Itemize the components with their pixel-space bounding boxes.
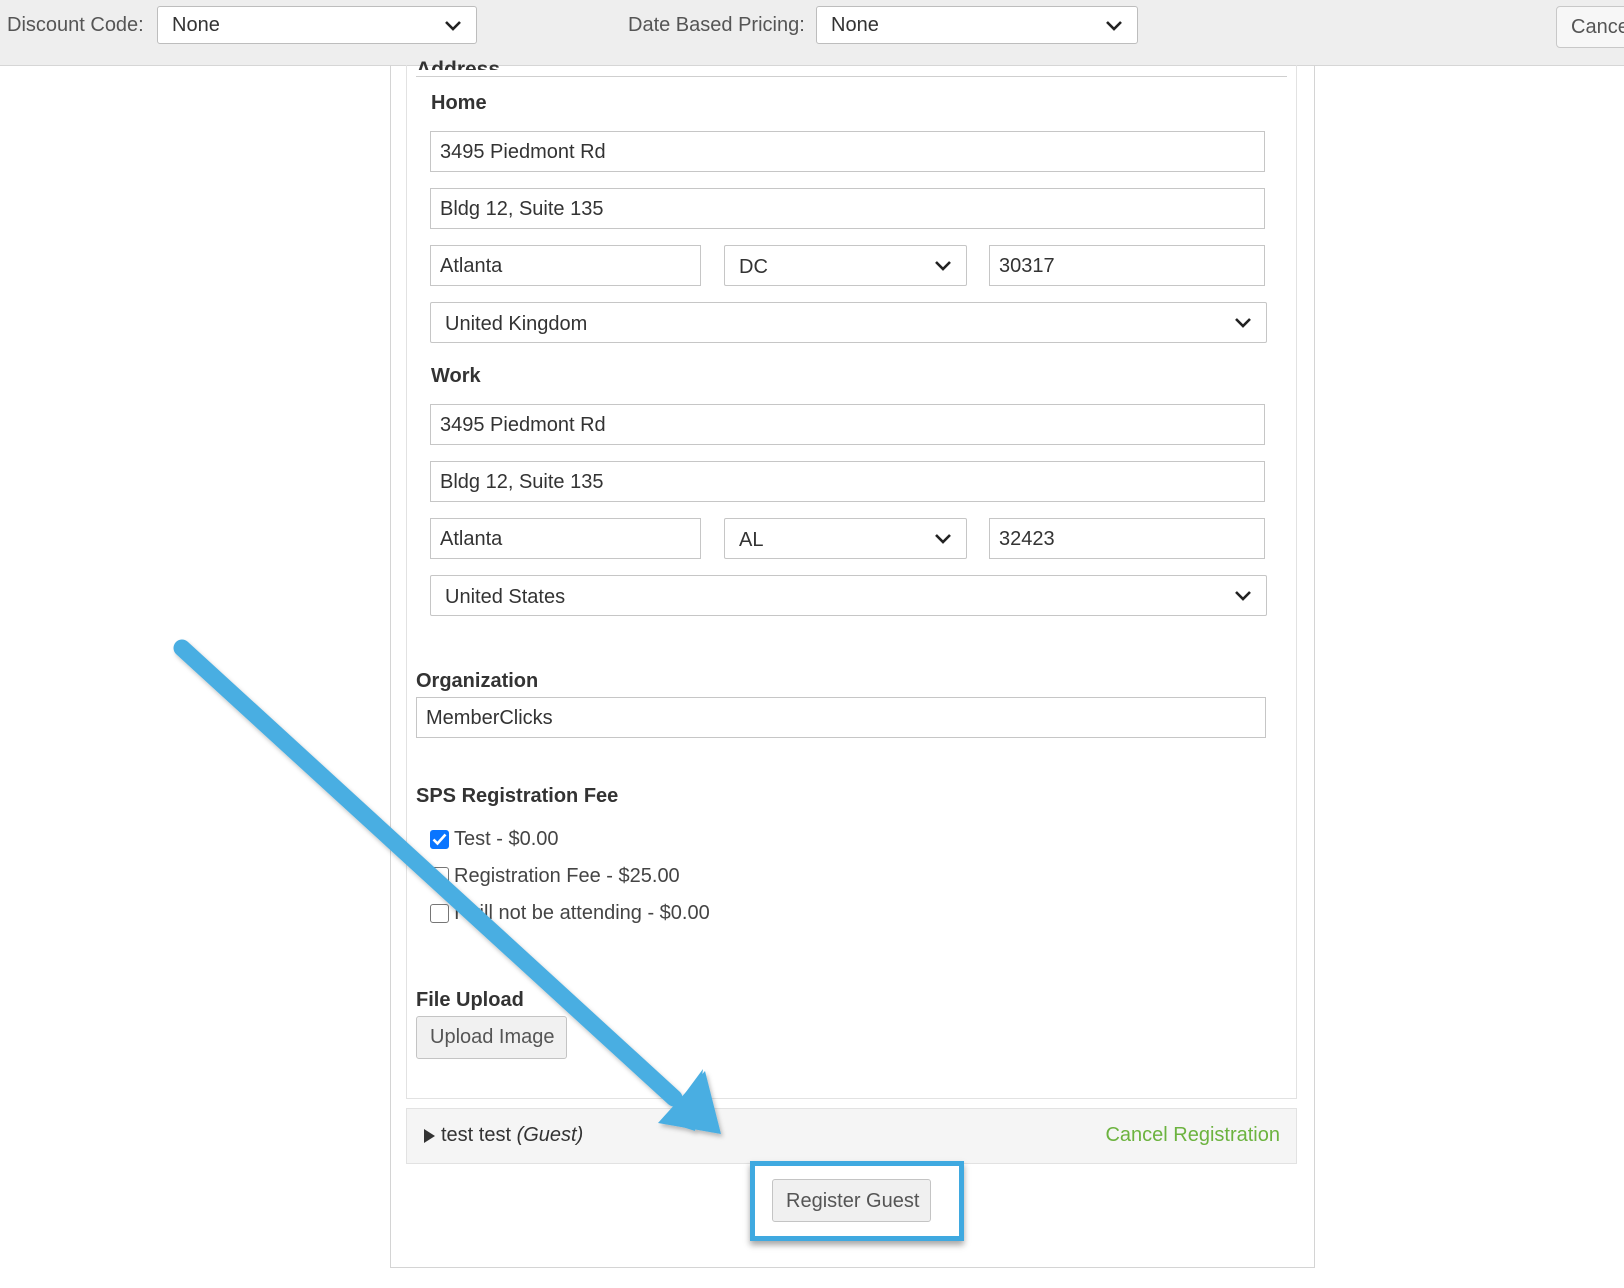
home-state-select[interactable]: DC bbox=[724, 245, 967, 286]
date-based-pricing-label: Date Based Pricing: bbox=[628, 14, 805, 36]
fee-registration-label: Registration Fee - $25.00 bbox=[454, 865, 680, 887]
chevron-down-icon bbox=[935, 534, 951, 544]
guest-name-text: test test bbox=[441, 1124, 512, 1146]
guest-name: test test (Guest) bbox=[441, 1124, 583, 1147]
chevron-down-icon bbox=[935, 261, 951, 271]
work-address-line2-input[interactable]: Bldg 12, Suite 135 bbox=[430, 461, 1265, 502]
work-country-select[interactable]: United States bbox=[430, 575, 1267, 616]
upload-image-button[interactable]: Upload Image bbox=[416, 1016, 567, 1059]
discount-code-label: Discount Code: bbox=[7, 14, 144, 36]
discount-code-select[interactable]: None bbox=[157, 6, 477, 44]
fee-not-attending-checkbox[interactable] bbox=[430, 904, 449, 923]
work-address-label: Work bbox=[431, 365, 481, 387]
legend-divider bbox=[416, 76, 1287, 77]
guest-tag: (Guest) bbox=[516, 1124, 584, 1146]
chevron-down-icon bbox=[1106, 21, 1122, 31]
cancel-button[interactable]: Cancel bbox=[1556, 6, 1624, 48]
home-address-line2-input[interactable]: Bldg 12, Suite 135 bbox=[430, 188, 1265, 229]
fee-test-checkbox[interactable] bbox=[430, 830, 449, 849]
address-legend: Address bbox=[416, 58, 501, 70]
date-based-pricing-select[interactable]: None bbox=[816, 6, 1138, 44]
home-city-input[interactable]: Atlanta bbox=[430, 245, 701, 286]
triangle-right-icon[interactable] bbox=[424, 1129, 435, 1143]
organization-label: Organization bbox=[416, 670, 539, 692]
file-upload-label: File Upload bbox=[416, 989, 524, 1011]
chevron-down-icon bbox=[1235, 591, 1251, 601]
chevron-down-icon bbox=[445, 21, 461, 31]
home-address-label: Home bbox=[431, 92, 487, 114]
discount-code-value: None bbox=[172, 14, 220, 36]
date-based-pricing-value: None bbox=[831, 14, 879, 36]
work-city-input[interactable]: Atlanta bbox=[430, 518, 701, 559]
register-guest-button[interactable]: Register Guest bbox=[772, 1179, 931, 1222]
chevron-down-icon bbox=[1235, 318, 1251, 328]
fee-registration-checkbox[interactable] bbox=[430, 867, 449, 886]
home-country-select[interactable]: United Kingdom bbox=[430, 302, 1267, 343]
cancel-registration-link[interactable]: Cancel Registration bbox=[1105, 1124, 1280, 1147]
organization-input[interactable]: MemberClicks bbox=[416, 697, 1266, 738]
check-icon bbox=[432, 833, 447, 846]
work-state-value: AL bbox=[739, 529, 764, 551]
work-state-select[interactable]: AL bbox=[724, 518, 967, 559]
home-country-value: United Kingdom bbox=[445, 313, 588, 335]
home-state-value: DC bbox=[739, 256, 768, 278]
home-address-line1-input[interactable]: 3495 Piedmont Rd bbox=[430, 131, 1265, 172]
home-zip-input[interactable]: 30317 bbox=[989, 245, 1265, 286]
guest-summary-bar[interactable]: test test (Guest) Cancel Registration bbox=[406, 1108, 1297, 1164]
fee-test-label: Test - $0.00 bbox=[454, 828, 559, 850]
work-address-line1-input[interactable]: 3495 Piedmont Rd bbox=[430, 404, 1265, 445]
work-country-value: United States bbox=[445, 586, 566, 608]
fee-not-attending-label: I will not be attending - $0.00 bbox=[454, 902, 710, 924]
work-zip-input[interactable]: 32423 bbox=[989, 518, 1265, 559]
registration-fee-label: SPS Registration Fee bbox=[416, 785, 619, 807]
top-toolbar: Discount Code: None Date Based Pricing: … bbox=[0, 0, 1624, 66]
